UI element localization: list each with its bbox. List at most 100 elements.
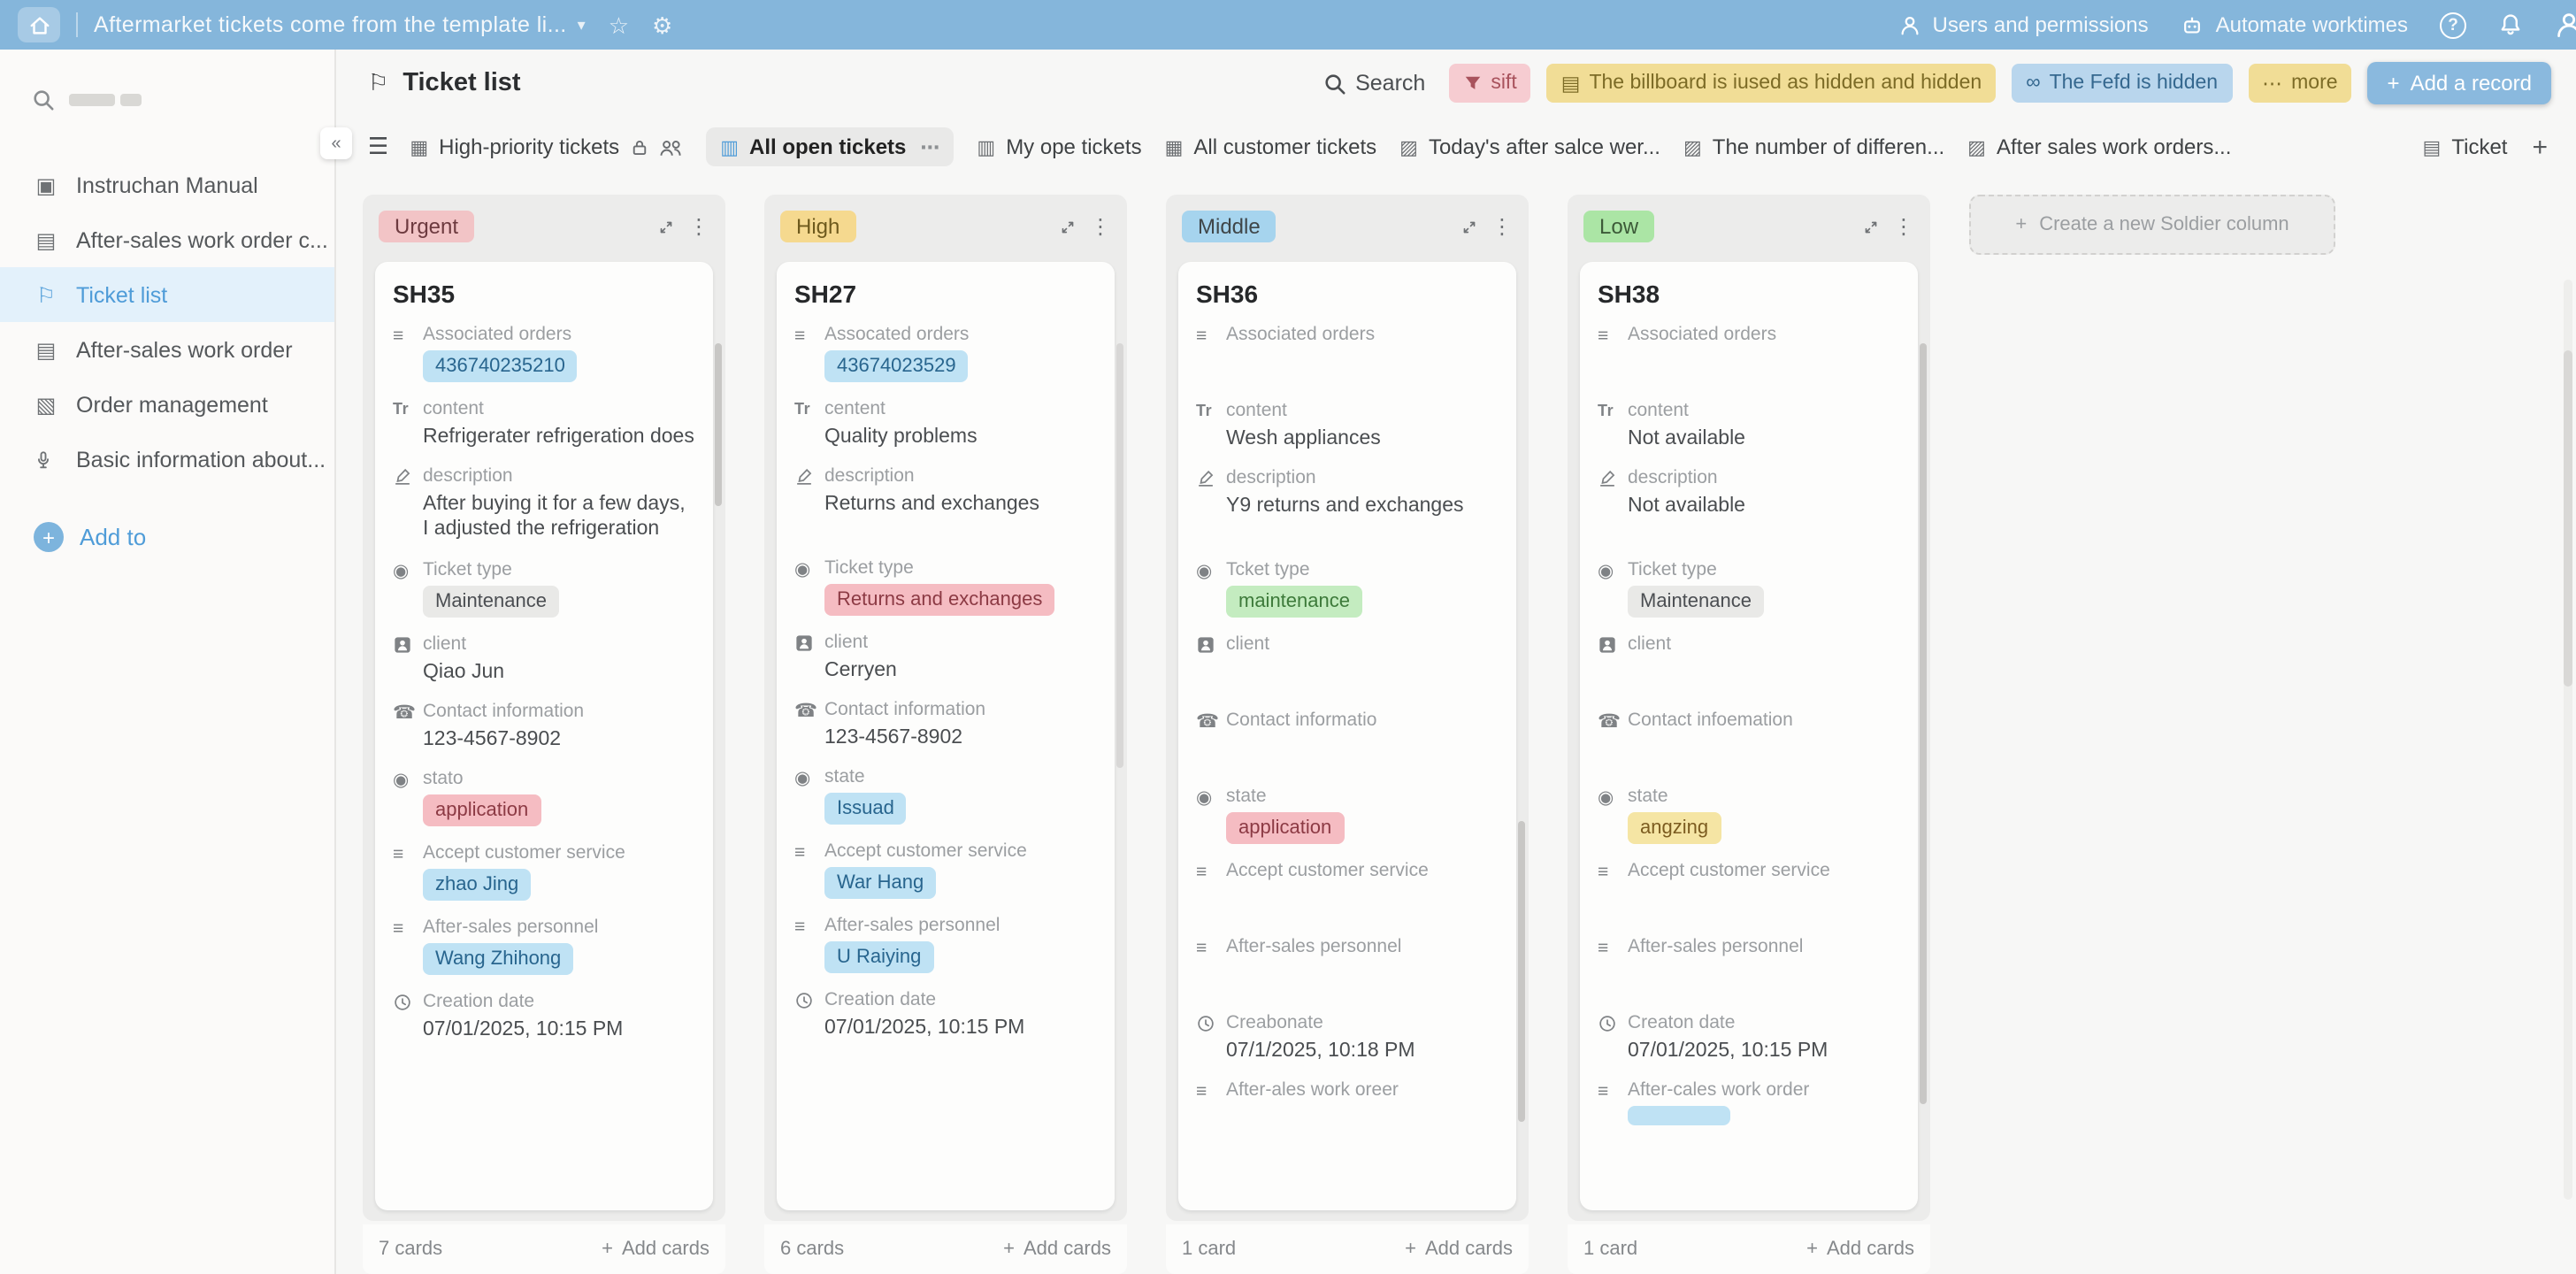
- plus-icon: +: [34, 522, 64, 552]
- collapse-column-icon[interactable]: [656, 217, 676, 236]
- column-menu-icon[interactable]: ⋮: [688, 214, 709, 239]
- column-scrollbar[interactable]: [1116, 343, 1123, 768]
- view-tabbar: ☰ ▦ High-priority tickets ▥ All open tic…: [336, 117, 2576, 177]
- lock-icon: [630, 137, 649, 157]
- filter-icon: [1462, 73, 1482, 93]
- sidebar-item-instruction-manual[interactable]: ▣ Instruchan Manual: [0, 157, 334, 212]
- clock-icon: [1196, 1012, 1226, 1063]
- manual-icon: ▣: [34, 173, 58, 197]
- document-title[interactable]: Aftermarket tickets come from the templa…: [94, 12, 567, 37]
- collapse-column-icon[interactable]: [1058, 217, 1077, 236]
- list-icon: ≡: [1598, 1079, 1628, 1131]
- create-column-button[interactable]: + Create a new Soldier column: [1969, 195, 2335, 255]
- tab-high-priority-tickets[interactable]: ▦ High-priority tickets: [410, 134, 683, 159]
- person-icon: [1899, 13, 1922, 36]
- column-menu-icon[interactable]: ⋮: [1893, 214, 1914, 239]
- text-icon: Tr: [794, 398, 824, 449]
- tab-all-open-tickets[interactable]: ▥ All open tickets ⋯: [706, 127, 954, 166]
- more-badge[interactable]: ⋯ more: [2248, 64, 2351, 103]
- tab-number-of-different[interactable]: ▨ The number of differen...: [1683, 134, 1944, 159]
- single-select-icon: ◉: [794, 557, 824, 616]
- sidebar-item-after-sales-work-order[interactable]: ▤ After-sales work order: [0, 322, 334, 377]
- ticket-card[interactable]: SH27 ≡Assocated orders43674023529 Trcent…: [777, 262, 1115, 1210]
- single-select-icon: ◉: [393, 559, 423, 618]
- column-title-chip: Middle: [1182, 211, 1276, 242]
- list-icon: ≡: [1598, 936, 1628, 996]
- plus-icon: +: [602, 1239, 613, 1260]
- settings-gear-icon[interactable]: ⚙: [652, 13, 672, 36]
- kanban-column-high: High ⋮ SH27 ≡Assocated orders43674023529…: [764, 195, 1127, 1221]
- column-scrollbar[interactable]: [1920, 343, 1927, 1104]
- filter-badge[interactable]: sift: [1448, 64, 1530, 103]
- state-chip: angzing: [1628, 812, 1721, 844]
- home-icon: [27, 13, 50, 36]
- single-select-icon: ◉: [1196, 559, 1226, 618]
- ticket-card[interactable]: SH36 ≡Associated orders TrcontentWesh ap…: [1178, 262, 1516, 1210]
- collapse-sidebar-button[interactable]: «: [320, 127, 352, 159]
- column-footer-low: 1 card +Add cards: [1568, 1224, 1930, 1274]
- column-title-chip: High: [780, 211, 855, 242]
- card-id: SH38: [1598, 280, 1900, 308]
- add-cards-button[interactable]: +Add cards: [602, 1239, 709, 1260]
- search-button[interactable]: Search: [1323, 71, 1425, 96]
- page-scrollbar[interactable]: [2564, 280, 2572, 1200]
- add-cards-button[interactable]: +Add cards: [1003, 1239, 1111, 1260]
- person-field-icon: [1598, 633, 1628, 694]
- tab-all-customer-tickets[interactable]: ▦ All customer tickets: [1165, 134, 1377, 159]
- column-scrollbar[interactable]: [715, 343, 722, 506]
- tab-ticket[interactable]: ▤ Ticket: [2423, 134, 2508, 159]
- tab-my-open-tickets[interactable]: ▥ My ope tickets: [977, 134, 1141, 159]
- list-icon: ≡: [393, 324, 423, 382]
- plus-icon: +: [2388, 71, 2400, 96]
- plus-icon: +: [1405, 1239, 1416, 1260]
- tab-after-sales-work-orders[interactable]: ▨ After sales work orders...: [1967, 134, 2231, 159]
- column-menu-icon[interactable]: ⋮: [1491, 214, 1513, 239]
- sidebar-item-ticket-list[interactable]: ⚐ Ticket list: [0, 267, 334, 322]
- column-title-chip: Urgent: [379, 211, 474, 242]
- phone-icon: ☎: [393, 701, 423, 752]
- person-chip: U Raiying: [824, 941, 933, 973]
- column-menu-icon[interactable]: ⋮: [1090, 214, 1111, 239]
- billboard-hidden-badge[interactable]: ▤ The billboard is iused as hidden and h…: [1547, 64, 1996, 103]
- home-button[interactable]: [18, 7, 60, 42]
- card-count: 1 card: [1182, 1239, 1236, 1260]
- collapse-column-icon[interactable]: [1861, 217, 1881, 236]
- state-chip: Issuad: [824, 793, 907, 825]
- card-count: 1 card: [1583, 1239, 1637, 1260]
- sidebar-item-order-management[interactable]: ▧ Order management: [0, 377, 334, 432]
- users-permissions-button[interactable]: Users and permissions: [1899, 12, 2149, 37]
- flag-icon: ⚐: [34, 282, 58, 307]
- sidebar-item-basic-information[interactable]: Basic information about...: [0, 432, 334, 487]
- notifications-bell-icon[interactable]: [2498, 12, 2523, 37]
- sidebar-item-after-sales-work-order-c[interactable]: ▤ After-sales work order c...: [0, 212, 334, 267]
- help-icon[interactable]: ?: [2440, 12, 2466, 38]
- star-icon[interactable]: ☆: [609, 13, 629, 36]
- add-view-button[interactable]: +: [2532, 132, 2548, 162]
- search-icon: [1323, 72, 1346, 95]
- board-icon: ▤: [1561, 71, 1581, 96]
- user-avatar-icon[interactable]: [2555, 11, 2576, 39]
- tab-menu-icon[interactable]: ⋯: [920, 135, 939, 158]
- field-hidden-badge[interactable]: ∞ The Fefd is hidden: [2012, 64, 2232, 103]
- ticket-card[interactable]: SH38 ≡Associated orders TrcontentNot ava…: [1580, 262, 1918, 1210]
- list-icon: ≡: [1196, 860, 1226, 920]
- add-cards-button[interactable]: +Add cards: [1806, 1239, 1914, 1260]
- order-chip: 436740235210: [423, 350, 578, 382]
- column-scrollbar[interactable]: [1518, 821, 1525, 1122]
- signature-icon: [1598, 467, 1628, 543]
- plus-icon: +: [1003, 1239, 1015, 1260]
- automate-button[interactable]: Automate worktimes: [2181, 12, 2408, 37]
- add-to-button[interactable]: + Add to: [34, 522, 334, 552]
- app-window: Aftermarket tickets come from the templa…: [0, 0, 2576, 1274]
- tab-todays-after-sales[interactable]: ▨ Today's after salce wer...: [1399, 134, 1660, 159]
- grid-view-icon: ▦: [410, 135, 428, 158]
- add-record-button[interactable]: + Add a record: [2368, 62, 2551, 104]
- kanban-column-middle: Middle ⋮ SH36 ≡Associated orders Trconte…: [1166, 195, 1529, 1221]
- sidebar-search-input[interactable]: [32, 88, 306, 111]
- kanban-board: Urgent ⋮ SH35 ≡Associated orders43674023…: [336, 177, 2576, 1224]
- collapse-column-icon[interactable]: [1460, 217, 1479, 236]
- add-cards-button[interactable]: +Add cards: [1405, 1239, 1513, 1260]
- view-list-menu-icon[interactable]: ☰: [368, 140, 387, 154]
- ticket-card[interactable]: SH35 ≡Associated orders436740235210 Trco…: [375, 262, 713, 1210]
- title-caret-icon[interactable]: ▾: [578, 15, 586, 35]
